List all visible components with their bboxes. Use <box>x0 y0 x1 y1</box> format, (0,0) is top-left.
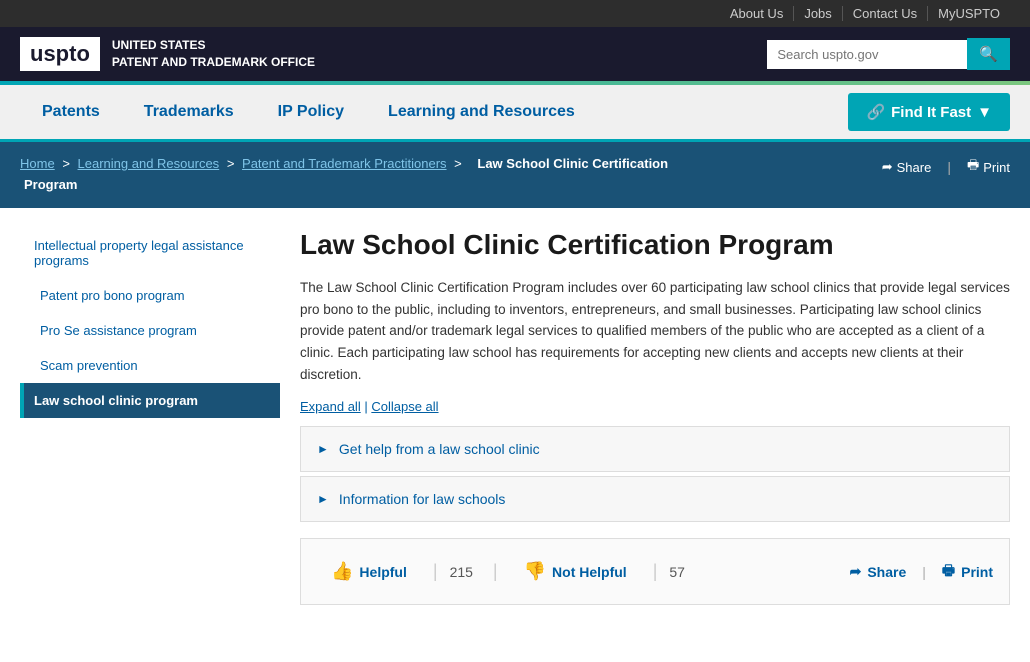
accordion-arrow-0: ► <box>317 442 329 456</box>
breadcrumb-home[interactable]: Home <box>20 156 55 171</box>
nav-links: Patents Trademarks IP Policy Learning an… <box>20 85 597 139</box>
intro-text: The Law School Clinic Certification Prog… <box>300 277 1010 385</box>
find-it-fast-button[interactable]: 🔗 Find It Fast ▼ <box>848 93 1010 131</box>
sidebar-item-law-school[interactable]: Law school clinic program <box>20 383 280 418</box>
not-helpful-button[interactable]: 👎 Not Helpful <box>510 553 641 590</box>
content-area: Law School Clinic Certification Program … <box>300 228 1010 606</box>
feedback-right: ➦ Share | 🖶 Print <box>850 560 993 584</box>
jobs-link[interactable]: Jobs <box>794 6 842 21</box>
myuspto-link[interactable]: MyUSPTO <box>928 6 1010 21</box>
logo-text: uspto <box>30 41 90 66</box>
expand-all-link[interactable]: Expand all <box>300 399 361 414</box>
nav-trademarks[interactable]: Trademarks <box>122 85 256 139</box>
search-input[interactable] <box>767 40 967 69</box>
collapse-all-link[interactable]: Collapse all <box>371 399 438 414</box>
breadcrumb-actions: ➦ Share | 🖶 Print <box>882 156 1010 178</box>
share-icon: ➦ <box>882 159 893 175</box>
nav-bar: Patents Trademarks IP Policy Learning an… <box>0 85 1030 142</box>
not-helpful-label: Not Helpful <box>552 564 627 580</box>
link-icon: 🔗 <box>866 103 885 121</box>
accordion-header-0[interactable]: ► Get help from a law school clinic <box>301 427 1009 471</box>
accordion-item-1: ► Information for law schools <box>300 476 1010 522</box>
feedback-print-link[interactable]: 🖶 Print <box>942 560 993 584</box>
print-icon-feedback: 🖶 <box>942 560 955 584</box>
helpful-button[interactable]: 👍 Helpful <box>317 553 421 590</box>
breadcrumb-learning[interactable]: Learning and Resources <box>78 156 220 171</box>
page-title: Law School Clinic Certification Program <box>300 228 1010 262</box>
main-content: Intellectual property legal assistance p… <box>0 208 1030 626</box>
sidebar: Intellectual property legal assistance p… <box>20 228 280 606</box>
feedback-bar: 👍 Helpful | 215 | 👎 Not Helpful | 57 ➦ S… <box>300 538 1010 605</box>
print-icon: 🖶 <box>967 156 979 178</box>
thumbs-up-icon: 👍 <box>331 561 353 582</box>
share-link[interactable]: ➦ Share <box>882 159 932 175</box>
site-header: uspto UNITED STATES PATENT AND TRADEMARK… <box>0 27 1030 81</box>
helpful-label: Helpful <box>359 564 406 580</box>
top-bar: About Us Jobs Contact Us MyUSPTO <box>0 0 1030 27</box>
nav-ip-policy[interactable]: IP Policy <box>256 85 366 139</box>
sidebar-item-pro-bono[interactable]: Patent pro bono program <box>20 278 280 313</box>
nav-patents[interactable]: Patents <box>20 85 122 139</box>
logo-area: uspto UNITED STATES PATENT AND TRADEMARK… <box>20 37 315 71</box>
breadcrumb: Home > Learning and Resources > Patent a… <box>20 154 882 196</box>
search-button[interactable]: 🔍 <box>967 38 1010 70</box>
helpful-count: 215 <box>450 564 473 580</box>
sidebar-item-scam[interactable]: Scam prevention <box>20 348 280 383</box>
expand-collapse-controls: Expand all | Collapse all <box>300 399 1010 414</box>
accordion-header-1[interactable]: ► Information for law schools <box>301 477 1009 521</box>
accordion-label-0: Get help from a law school clinic <box>339 441 540 457</box>
feedback-share-link[interactable]: ➦ Share <box>850 563 907 580</box>
about-us-link[interactable]: About Us <box>720 6 794 21</box>
agency-name: UNITED STATES PATENT AND TRADEMARK OFFIC… <box>112 37 315 71</box>
contact-us-link[interactable]: Contact Us <box>843 6 928 21</box>
logo: uspto <box>20 37 100 71</box>
search-area: 🔍 <box>767 38 1010 70</box>
feedback-left: 👍 Helpful | 215 | 👎 Not Helpful | 57 <box>317 553 685 590</box>
accordion-item-0: ► Get help from a law school clinic <box>300 426 1010 472</box>
not-helpful-count: 57 <box>669 564 685 580</box>
accordion-label-1: Information for law schools <box>339 491 506 507</box>
chevron-down-icon: ▼ <box>977 104 992 121</box>
breadcrumb-bar: Home > Learning and Resources > Patent a… <box>0 142 1030 208</box>
sidebar-item-ip-legal[interactable]: Intellectual property legal assistance p… <box>20 228 280 278</box>
share-icon-feedback: ➦ <box>850 563 862 580</box>
print-link[interactable]: 🖶 Print <box>967 156 1010 178</box>
nav-learning[interactable]: Learning and Resources <box>366 85 597 139</box>
accordion-arrow-1: ► <box>317 492 329 506</box>
breadcrumb-practitioners[interactable]: Patent and Trademark Practitioners <box>242 156 447 171</box>
sidebar-item-pro-se[interactable]: Pro Se assistance program <box>20 313 280 348</box>
thumbs-down-icon: 👎 <box>524 561 546 582</box>
